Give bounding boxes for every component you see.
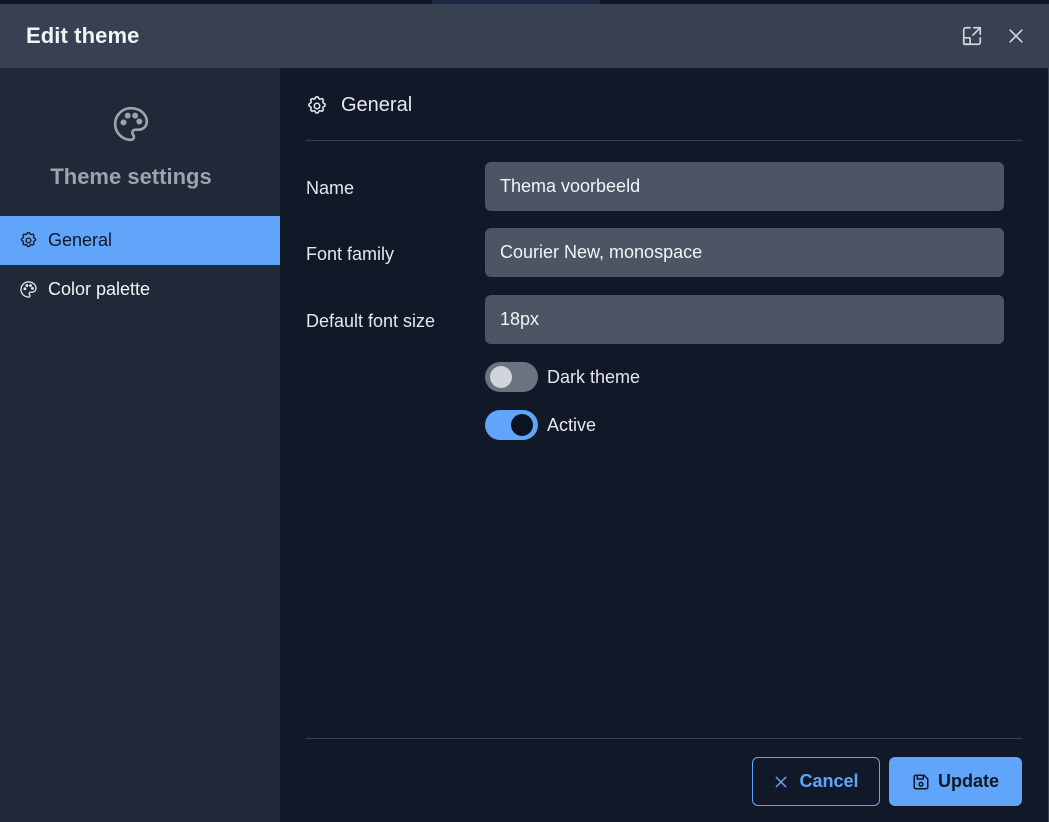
section-title: General	[341, 94, 413, 116]
sidebar-item-general[interactable]: General	[0, 216, 280, 265]
section-divider	[306, 140, 1022, 141]
update-button[interactable]: Update	[889, 757, 1022, 806]
maximize-button[interactable]	[960, 24, 984, 48]
font-family-label: Font family	[306, 244, 395, 264]
general-settings-panel: General Name Font family Default font si…	[280, 68, 1048, 822]
sidebar-item-label: General	[48, 230, 113, 250]
maximize-icon	[962, 26, 982, 46]
font-size-label: Default font size	[306, 311, 436, 331]
dialog-title: Edit theme	[26, 23, 140, 48]
dark-theme-toggle[interactable]	[485, 362, 538, 392]
sidebar-item-label: Color palette	[48, 279, 151, 299]
font-family-input[interactable]	[485, 228, 1004, 277]
sidebar-item-color-palette[interactable]: Color palette	[0, 265, 280, 314]
toggle-knob	[490, 366, 512, 388]
close-icon	[773, 773, 791, 791]
active-toggle[interactable]	[485, 410, 538, 440]
gear-icon	[18, 231, 38, 251]
cancel-button[interactable]: Cancel	[752, 757, 880, 806]
sidebar-title: Theme settings	[50, 164, 212, 189]
cancel-label: Cancel	[799, 771, 859, 791]
update-label: Update	[937, 771, 999, 791]
edit-theme-dialog: Edit theme Theme settings General Color …	[0, 4, 1049, 822]
close-icon	[1009, 29, 1023, 43]
footer-divider	[306, 738, 1022, 739]
gear-icon	[306, 95, 328, 117]
font-size-input[interactable]	[485, 295, 1004, 344]
dark-theme-label: Dark theme	[547, 366, 641, 387]
close-button[interactable]	[1004, 24, 1028, 48]
active-label: Active	[547, 414, 597, 435]
name-label: Name	[306, 178, 355, 198]
toggle-knob	[511, 414, 533, 436]
section-header: General	[306, 94, 412, 117]
theme-settings-sidebar: Theme settings General Color palette	[0, 68, 280, 822]
palette-icon	[18, 280, 38, 300]
dark-theme-row: Dark theme	[485, 362, 640, 392]
save-icon	[912, 773, 930, 791]
palette-icon	[111, 104, 151, 144]
dialog-header: Edit theme	[0, 4, 1049, 68]
active-row: Active	[485, 410, 596, 440]
name-input[interactable]	[485, 162, 1004, 211]
